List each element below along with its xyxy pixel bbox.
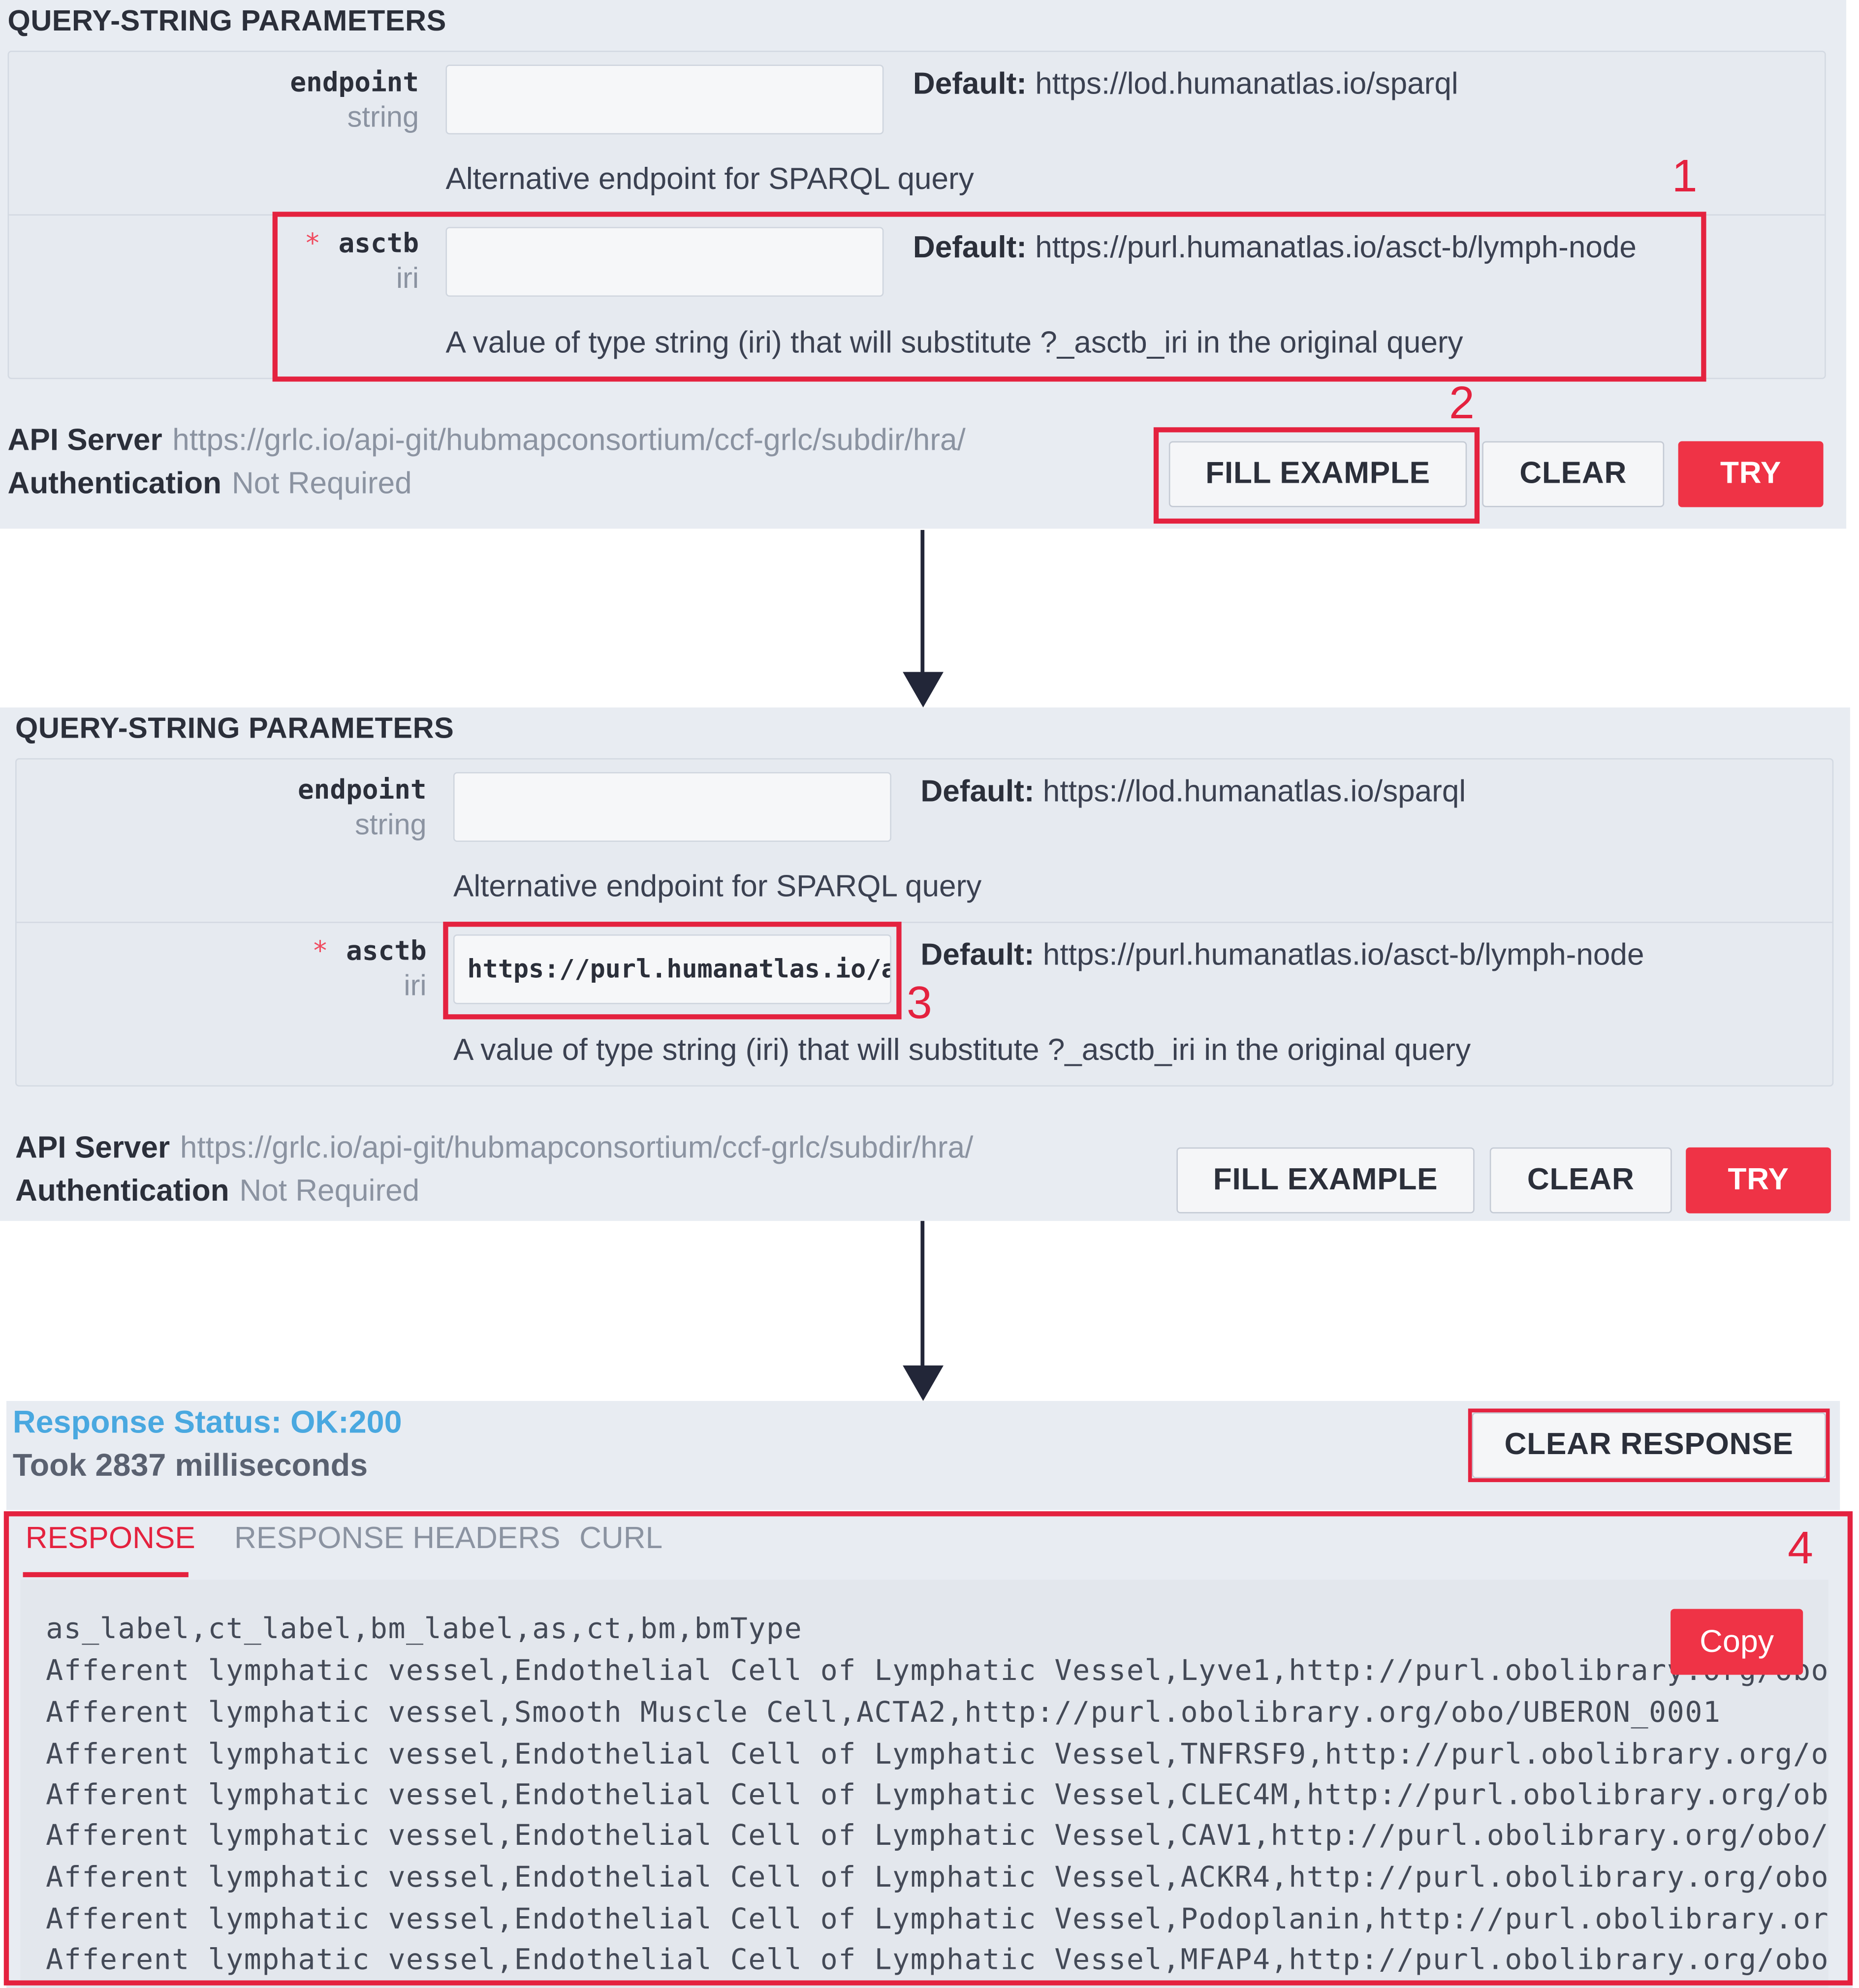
try-button[interactable]: TRY xyxy=(1678,441,1824,507)
asctb-input-filled[interactable]: https://purl.humanatlas.io/asct-b/lymph-… xyxy=(453,934,891,1004)
param-name: endpoint xyxy=(290,67,419,98)
default-label: Default: xyxy=(913,67,1027,102)
api-server-label: API Server xyxy=(15,1131,170,1165)
flow-arrow-head-1 xyxy=(903,672,944,708)
annotation-3: 3 xyxy=(906,976,932,1028)
default-label: Default: xyxy=(913,230,1027,265)
figure-stage: QUERY-STRING PARAMETERS endpoint string … xyxy=(0,0,1859,1988)
param-type: iri xyxy=(404,968,427,1002)
response-time: Took 2837 milliseconds xyxy=(12,1448,368,1484)
copy-button[interactable]: Copy xyxy=(1670,1609,1803,1675)
fill-example-button[interactable]: FILL EXAMPLE xyxy=(1168,441,1467,507)
param-description: Alternative endpoint for SPARQL query xyxy=(453,870,982,904)
param-name: endpoint xyxy=(297,775,427,806)
query-panel-2: QUERY-STRING PARAMETERS endpoint string … xyxy=(0,707,1850,1221)
code-line: Afferent lymphatic vessel,Endothelial Ce… xyxy=(46,1861,1828,1895)
param-default: Default: https://lod.humanatlas.io/sparq… xyxy=(920,775,1466,810)
required-marker: * xyxy=(304,228,321,259)
default-value: https://purl.humanatlas.io/asct-b/lymph-… xyxy=(1035,230,1637,265)
auth-line: Authentication Not Required xyxy=(15,1174,419,1210)
flow-arrow-2 xyxy=(920,1221,925,1368)
default-value: https://purl.humanatlas.io/asct-b/lymph-… xyxy=(1042,938,1644,973)
api-server-line: API Server https://grlc.io/api-git/hubmap… xyxy=(15,1131,973,1166)
flow-arrow-head-2 xyxy=(903,1365,944,1401)
annotation-4: 4 xyxy=(1788,1521,1813,1574)
api-server-label: API Server xyxy=(7,423,162,458)
param-row-asctb: * asctb iri Default: https://purl.humanat… xyxy=(9,214,1825,377)
param-description: Alternative endpoint for SPARQL query xyxy=(445,162,974,197)
param-row-endpoint: endpoint string Default: https://lod.hum… xyxy=(9,52,1825,215)
flow-arrow-1 xyxy=(920,529,925,675)
tab-curl[interactable]: CURL xyxy=(579,1522,662,1557)
param-description: A value of type string (iri) that will s… xyxy=(445,326,1463,360)
endpoint-input[interactable] xyxy=(445,64,884,135)
code-line: Afferent lymphatic vessel,Endothelial Ce… xyxy=(46,1654,1828,1688)
response-code-block: as_label,ct_label,bm_label,as,ct,bm,bmTy… xyxy=(20,1580,1828,1988)
required-marker: * xyxy=(312,935,328,966)
params-table: endpoint string Default: https://lod.hum… xyxy=(15,758,1834,1087)
api-server-url: https://grlc.io/api-git/hubmapconsortium… xyxy=(172,423,966,458)
param-name: * asctb xyxy=(305,228,419,259)
auth-value: Not Required xyxy=(231,466,412,501)
tab-response-headers[interactable]: RESPONSE HEADERS xyxy=(234,1522,560,1557)
clear-button[interactable]: CLEAR xyxy=(1489,1147,1672,1213)
query-panel-1: QUERY-STRING PARAMETERS endpoint string … xyxy=(0,0,1847,529)
section-title: QUERY-STRING PARAMETERS xyxy=(15,711,454,745)
code-line: Afferent lymphatic vessel,Endothelial Ce… xyxy=(46,1819,1828,1853)
api-server-url: https://grlc.io/api-git/hubmapconsortium… xyxy=(180,1131,974,1165)
params-table: endpoint string Default: https://lod.hum… xyxy=(7,51,1826,379)
param-description: A value of type string (iri) that will s… xyxy=(453,1033,1471,1068)
default-value: https://lod.humanatlas.io/sparql xyxy=(1042,775,1466,809)
endpoint-input[interactable] xyxy=(453,772,891,842)
code-line: Afferent lymphatic vessel,Smooth Muscle … xyxy=(46,1696,1721,1730)
auth-label: Authentication xyxy=(15,1174,229,1209)
param-type: iri xyxy=(396,261,419,294)
auth-line: Authentication Not Required xyxy=(8,466,412,502)
section-title: QUERY-STRING PARAMETERS xyxy=(7,3,446,37)
code-line: as_label,ct_label,bm_label,as,ct,bm,bmTy… xyxy=(46,1613,803,1646)
clear-response-button[interactable]: CLEAR RESPONSE xyxy=(1472,1412,1826,1479)
auth-label: Authentication xyxy=(7,466,222,501)
try-button[interactable]: TRY xyxy=(1686,1147,1831,1213)
param-name: * asctb xyxy=(312,935,427,966)
code-line: Afferent lymphatic vessel,Endothelial Ce… xyxy=(46,1903,1828,1936)
clear-button[interactable]: CLEAR xyxy=(1482,441,1665,507)
auth-value: Not Required xyxy=(239,1174,420,1209)
fill-example-button[interactable]: FILL EXAMPLE xyxy=(1176,1147,1475,1213)
default-value: https://lod.humanatlas.io/sparql xyxy=(1035,67,1458,102)
api-server-line: API Server https://grlc.io/api-git/hubmap… xyxy=(8,424,966,459)
param-row-endpoint: endpoint string Default: https://lod.hum… xyxy=(17,759,1832,922)
default-label: Default: xyxy=(920,775,1035,809)
code-line: Afferent lymphatic vessel,Endothelial Ce… xyxy=(46,1943,1828,1977)
code-line: Afferent lymphatic vessel,Endothelial Ce… xyxy=(46,1778,1828,1812)
tab-response[interactable]: RESPONSE xyxy=(26,1522,195,1557)
annotation-2: 2 xyxy=(1449,376,1475,429)
code-line: Afferent lymphatic vessel,Endothelial Ce… xyxy=(46,1738,1828,1771)
param-name-text: asctb xyxy=(338,228,419,259)
active-tab-underline xyxy=(23,1572,189,1578)
asctb-input[interactable] xyxy=(445,227,884,297)
param-default: Default: https://lod.humanatlas.io/sparq… xyxy=(913,67,1458,103)
param-name-text: asctb xyxy=(346,935,427,966)
default-label: Default: xyxy=(920,938,1035,973)
param-default: Default: https://purl.humanatlas.io/asct… xyxy=(920,938,1644,974)
param-default: Default: https://purl.humanatlas.io/asct… xyxy=(913,231,1637,266)
annotation-1: 1 xyxy=(1671,150,1698,202)
response-status: Response Status: OK:200 xyxy=(12,1404,402,1440)
param-type: string xyxy=(355,808,427,841)
param-type: string xyxy=(347,100,419,133)
